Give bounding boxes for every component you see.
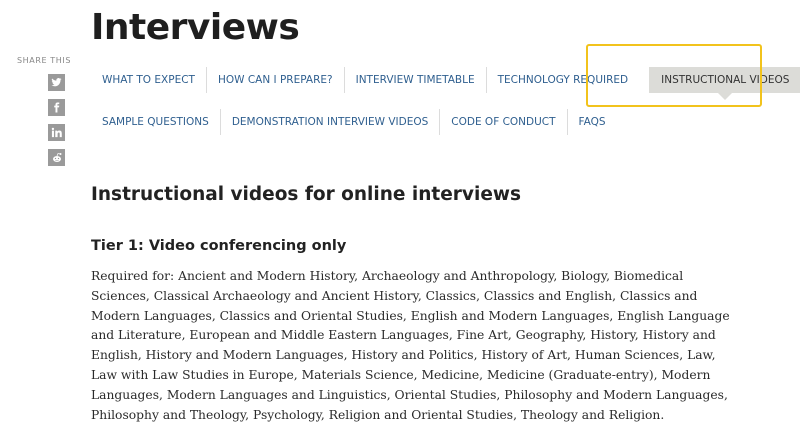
section-nav-row-1: WHAT TO EXPECT HOW CAN I PREPARE? INTERV…: [91, 67, 800, 100]
reddit-icon: [52, 152, 61, 162]
tab-what-to-expect[interactable]: WHAT TO EXPECT: [91, 67, 207, 93]
tier-1-description: Required for: Ancient and Modern History…: [91, 269, 730, 422]
share-panel: SHARE THIS: [14, 56, 74, 174]
page-title: Interviews: [91, 7, 300, 48]
tab-technology-required[interactable]: TECHNOLOGY REQUIRED: [487, 67, 640, 93]
facebook-share-button[interactable]: [48, 99, 65, 116]
section-nav-row-2: SAMPLE QUESTIONS DEMONSTRATION INTERVIEW…: [91, 109, 617, 135]
tier-1-heading: Tier 1: Video conferencing only: [91, 238, 347, 254]
facebook-icon: [54, 102, 60, 113]
share-label: SHARE THIS: [16, 56, 72, 65]
twitter-share-button[interactable]: [48, 74, 65, 91]
linkedin-icon: [51, 127, 62, 138]
twitter-icon: [51, 78, 62, 87]
tab-faqs[interactable]: FAQS: [568, 109, 617, 135]
reddit-share-button[interactable]: [48, 149, 65, 166]
tab-instructional-videos[interactable]: INSTRUCTIONAL VIDEOS: [649, 67, 800, 100]
linkedin-share-button[interactable]: [48, 124, 65, 141]
tab-demonstration-interview-videos[interactable]: DEMONSTRATION INTERVIEW VIDEOS: [221, 109, 441, 135]
section-heading: Instructional videos for online intervie…: [91, 184, 521, 205]
tab-code-of-conduct[interactable]: CODE OF CONDUCT: [440, 109, 568, 135]
tab-interview-timetable[interactable]: INTERVIEW TIMETABLE: [345, 67, 487, 93]
tab-sample-questions[interactable]: SAMPLE QUESTIONS: [91, 109, 221, 135]
tab-how-can-i-prepare[interactable]: HOW CAN I PREPARE?: [207, 67, 345, 93]
